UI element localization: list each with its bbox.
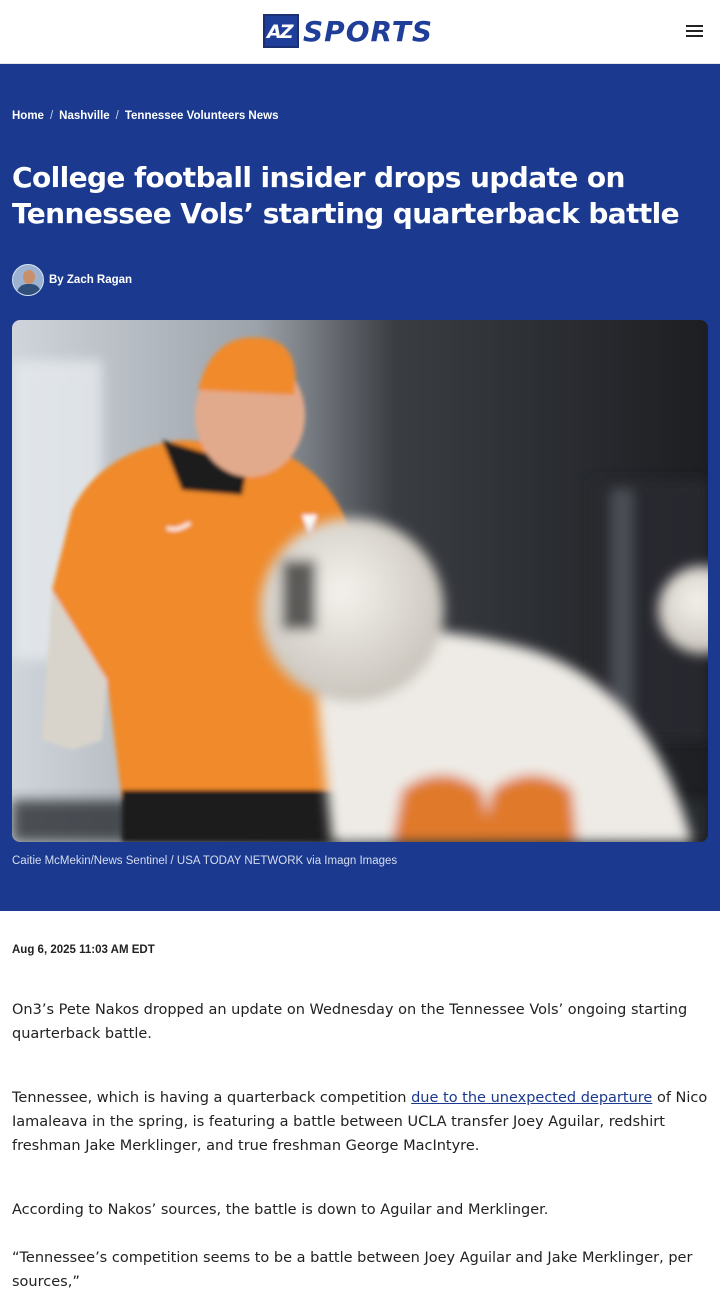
author-name[interactable]: By Zach Ragan	[49, 274, 132, 286]
article-paragraph-1: On3’s Pete Nakos dropped an update on We…	[12, 1002, 688, 1042]
photo-caption: Caitie McMekin/News Sentinel / USA TODAY…	[12, 855, 398, 867]
article-paragraph-2: Tennessee, which is having a quarterback…	[12, 1086, 712, 1158]
breadcrumb-separator: /	[115, 110, 119, 122]
publish-date: Aug 6, 2025 11:03 AM EDT	[12, 944, 155, 956]
logo-mark: AZ	[263, 14, 299, 48]
article-paragraph-3: According to Nakos’ sources, the battle …	[12, 1202, 549, 1218]
site-header: AZ SPORTS	[0, 0, 720, 64]
article-lead-photo	[12, 320, 708, 842]
breadcrumb-nashville[interactable]: Nashville	[59, 110, 110, 122]
article-hero: Home / Nashville / Tennessee Volunteers …	[0, 64, 720, 911]
hamburger-menu-icon[interactable]	[686, 22, 708, 42]
article-headline: College football insider drops update on…	[12, 161, 680, 230]
logo-wordmark: SPORTS	[303, 14, 434, 48]
departure-link[interactable]: due to the unexpected departure	[411, 1090, 652, 1106]
paragraph-2-text-start: Tennessee, which is having a quarterback…	[12, 1090, 412, 1106]
practice-photo-illustration	[12, 320, 708, 842]
az-sports-logo[interactable]: AZ SPORTS	[263, 14, 433, 48]
article-paragraph-4: “Tennessee’s competition seems to be a b…	[12, 1250, 693, 1290]
breadcrumb-separator: /	[49, 110, 54, 122]
breadcrumb-home[interactable]: Home	[12, 110, 44, 122]
author-avatar[interactable]	[12, 264, 44, 296]
breadcrumb: Home / Nashville / Tennessee Volunteers …	[12, 110, 278, 122]
byline: By Zach Ragan	[12, 264, 132, 296]
breadcrumb-tennessee-volunteers-news[interactable]: Tennessee Volunteers News	[125, 110, 279, 122]
